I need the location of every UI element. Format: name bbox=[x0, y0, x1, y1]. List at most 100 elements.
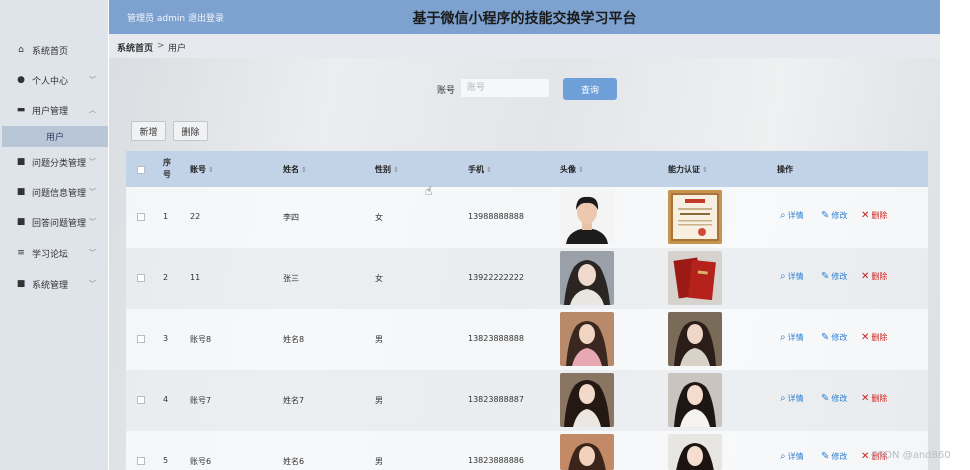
sidebar-item-label: 回答问题管理 bbox=[32, 218, 87, 229]
sort-icon: ⇕ bbox=[301, 166, 307, 174]
sidebar-item-user-management[interactable]: ▬ 用户管理 ︿ bbox=[0, 96, 108, 124]
delete-button[interactable]: ✕ 删除 bbox=[861, 393, 887, 404]
sort-icon: ⇕ bbox=[208, 166, 214, 174]
action-label: 详情 bbox=[787, 272, 804, 281]
column-header-account[interactable]: 账号 ⇕ bbox=[190, 164, 214, 175]
chevron-down-icon: ﹀ bbox=[89, 188, 96, 196]
certificate-image[interactable] bbox=[668, 190, 722, 244]
action-label: 详情 bbox=[787, 452, 804, 461]
cell-account: 账号8 bbox=[190, 335, 212, 344]
cell-phone: 13988888888 bbox=[468, 212, 524, 221]
delete-button[interactable]: ✕ 删除 bbox=[861, 332, 887, 343]
action-label: 修改 bbox=[831, 333, 848, 342]
select-all-checkbox[interactable] bbox=[137, 166, 145, 174]
chevron-down-icon: ﹀ bbox=[89, 280, 96, 288]
table-row: 4 账号7 姓名7 男 13823888887 ⌕ 详情 ✎ 修改 ✕ 删除 bbox=[126, 370, 928, 431]
avatar-image[interactable] bbox=[560, 251, 614, 305]
avatar-image[interactable] bbox=[560, 190, 614, 244]
pencil-icon: ✎ bbox=[821, 332, 830, 343]
column-header-label: 手机 bbox=[468, 165, 484, 174]
sort-icon: ⇕ bbox=[702, 166, 708, 174]
sidebar-item-system[interactable]: ■ 系统管理 ﹀ bbox=[0, 270, 108, 298]
action-label: 删除 bbox=[871, 333, 888, 342]
sidebar-item-answers[interactable]: ■ 回答问题管理 ﹀ bbox=[0, 208, 108, 236]
detail-button[interactable]: ⌕ 详情 bbox=[780, 451, 804, 462]
detail-button[interactable]: ⌕ 详情 bbox=[780, 271, 804, 282]
query-button[interactable]: 查询 bbox=[563, 78, 617, 100]
sidebar-item-forum[interactable]: ≡ 学习论坛 ﹀ bbox=[0, 239, 108, 267]
action-label: 删除 bbox=[871, 211, 888, 220]
certificate-image[interactable] bbox=[668, 312, 722, 366]
search-label: 账号 bbox=[437, 86, 456, 96]
action-label: 详情 bbox=[787, 394, 804, 403]
cell-phone: 13823888886 bbox=[468, 456, 524, 465]
close-icon: ✕ bbox=[861, 210, 870, 221]
sidebar-item-label: 系统管理 bbox=[32, 280, 69, 291]
column-header-certification[interactable]: 能力认证 ⇕ bbox=[668, 164, 708, 175]
edit-button[interactable]: ✎ 修改 bbox=[821, 332, 847, 343]
row-checkbox[interactable] bbox=[137, 274, 145, 282]
watermark: CSDN @and860 bbox=[871, 450, 951, 461]
cell-name: 姓名7 bbox=[283, 396, 305, 405]
close-icon: ✕ bbox=[861, 271, 870, 282]
cell-seq: 1 bbox=[163, 212, 169, 221]
sidebar-subitem-users[interactable]: 用户 bbox=[2, 126, 108, 147]
breadcrumb-current: 用户 bbox=[168, 44, 187, 54]
column-header-label: 账号 bbox=[190, 165, 206, 174]
detail-button[interactable]: ⌕ 详情 bbox=[780, 210, 804, 221]
action-label: 删除 bbox=[871, 272, 888, 281]
grid-icon: ■ bbox=[16, 217, 26, 227]
cell-seq: 5 bbox=[163, 456, 169, 465]
edit-button[interactable]: ✎ 修改 bbox=[821, 210, 847, 221]
certificate-image[interactable] bbox=[668, 251, 722, 305]
avatar-image[interactable] bbox=[560, 434, 614, 470]
search-icon: ⌕ bbox=[780, 332, 786, 343]
column-header-name[interactable]: 姓名 ⇕ bbox=[283, 164, 307, 175]
pencil-icon: ✎ bbox=[821, 393, 830, 404]
sort-icon: ⇕ bbox=[393, 166, 399, 174]
column-header-phone[interactable]: 手机 ⇕ bbox=[468, 164, 492, 175]
action-label: 详情 bbox=[787, 211, 804, 220]
chevron-up-icon: ︿ bbox=[89, 106, 96, 114]
edit-button[interactable]: ✎ 修改 bbox=[821, 451, 847, 462]
delete-button[interactable]: ✕ 删除 bbox=[861, 271, 887, 282]
certificate-image[interactable] bbox=[668, 434, 722, 470]
sidebar-item-label: 学习论坛 bbox=[32, 249, 69, 260]
batch-delete-button[interactable]: 删除 bbox=[173, 121, 208, 141]
breadcrumb-separator: > bbox=[157, 41, 165, 51]
edit-button[interactable]: ✎ 修改 bbox=[821, 271, 847, 282]
table-row: 5 账号6 姓名6 男 13823888886 ⌕ 详情 ✎ 修改 ✕ 删除 bbox=[126, 431, 928, 470]
close-icon: ✕ bbox=[861, 451, 870, 462]
certificate-image[interactable] bbox=[668, 373, 722, 427]
sidebar-item-personal-center[interactable]: ● 个人中心 ﹀ bbox=[0, 66, 108, 94]
column-header-gender[interactable]: 性别 ⇕ bbox=[375, 164, 399, 175]
breadcrumb-home[interactable]: 系统首页 bbox=[117, 41, 153, 54]
detail-button[interactable]: ⌕ 详情 bbox=[780, 332, 804, 343]
column-header-avatar[interactable]: 头像 ⇕ bbox=[560, 164, 584, 175]
detail-button[interactable]: ⌕ 详情 bbox=[780, 393, 804, 404]
sidebar-item-question-category[interactable]: ■ 问题分类管理 ﹀ bbox=[0, 148, 108, 176]
pencil-icon: ✎ bbox=[821, 271, 830, 282]
grid-icon: ■ bbox=[16, 279, 26, 289]
sliders-icon: ≡ bbox=[17, 248, 25, 258]
sidebar-item-question-info[interactable]: ■ 问题信息管理 ﹀ bbox=[0, 178, 108, 206]
row-checkbox[interactable] bbox=[137, 335, 145, 343]
home-icon: ⌂ bbox=[18, 45, 24, 55]
account-search-input[interactable] bbox=[460, 78, 550, 98]
add-button[interactable]: 新增 bbox=[131, 121, 166, 141]
cell-seq: 2 bbox=[163, 273, 169, 282]
action-label: 修改 bbox=[831, 394, 848, 403]
edit-button[interactable]: ✎ 修改 bbox=[821, 393, 847, 404]
row-checkbox[interactable] bbox=[137, 396, 145, 404]
avatar-image[interactable] bbox=[560, 373, 614, 427]
delete-button[interactable]: ✕ 删除 bbox=[861, 210, 887, 221]
row-checkbox[interactable] bbox=[137, 213, 145, 221]
action-label: 修改 bbox=[831, 452, 848, 461]
pencil-icon: ✎ bbox=[821, 451, 830, 462]
table-row: 2 11 张三 女 13922222222 ⌕ 详情 ✎ 修改 ✕ 删除 bbox=[126, 248, 928, 309]
sidebar-item-home[interactable]: ⌂ 系统首页 bbox=[0, 36, 108, 64]
breadcrumb: 系统首页 > 用户 bbox=[109, 34, 940, 58]
avatar-image[interactable] bbox=[560, 312, 614, 366]
comment-icon: ▬ bbox=[16, 105, 26, 115]
row-checkbox[interactable] bbox=[137, 457, 145, 465]
